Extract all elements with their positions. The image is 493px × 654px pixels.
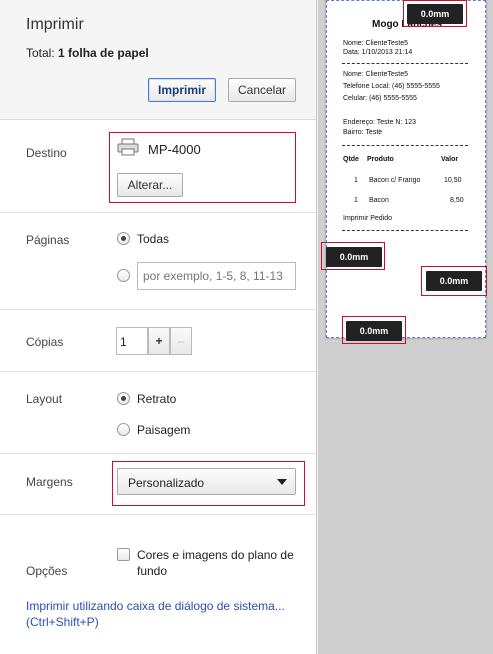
receipt-col-product: Produto (367, 156, 394, 163)
margin-bottom-highlight (342, 316, 406, 344)
pages-range-radio[interactable] (117, 269, 130, 282)
copies-input[interactable]: 1 (116, 327, 148, 355)
layout-portrait-label: Retrato (137, 392, 177, 406)
receipt-mobile: Celular: (46) 5555-5555 (343, 95, 417, 102)
cancel-button[interactable]: Cancelar (228, 78, 296, 102)
receipt-item-product: Bacon c/ Frango (369, 177, 421, 184)
receipt-footer: Imprimir Pedido (343, 215, 393, 222)
receipt-district: Bairro: Teste (343, 129, 383, 136)
print-settings-panel: Imprimir Total: 1 folha de papel Imprimi… (0, 0, 317, 654)
margins-highlight (112, 461, 305, 506)
layout-section (0, 372, 316, 454)
layout-portrait-radio[interactable] (117, 392, 130, 405)
copies-decrement-button[interactable]: – (170, 327, 192, 355)
margin-left-highlight (321, 242, 385, 270)
background-graphics-checkbox[interactable] (117, 548, 130, 561)
destination-highlight (109, 132, 296, 203)
total-sheets: Total: 1 folha de papel (26, 46, 149, 60)
total-prefix: Total: (26, 46, 55, 60)
pages-label: Páginas (26, 233, 70, 247)
margin-top-highlight (403, 0, 467, 27)
copies-label: Cópias (26, 335, 64, 349)
background-graphics-label: Cores e imagens do plano de fundo (137, 548, 294, 578)
layout-landscape-radio[interactable] (117, 423, 130, 436)
receipt-divider (342, 230, 468, 231)
options-label: Opções (26, 564, 68, 578)
system-dialog-link[interactable]: Imprimir utilizando caixa de diálogo de … (26, 598, 306, 630)
pages-all-radio[interactable] (117, 232, 130, 245)
receipt-name-2: Nome: ClienteTeste5 (343, 71, 408, 78)
receipt-item-value: 8,50 (450, 197, 464, 204)
receipt-item-product: Bacon (369, 197, 389, 204)
pages-all-label: Todas (137, 232, 170, 246)
total-value: 1 folha de papel (58, 46, 149, 60)
receipt-address: Endereço: Teste N: 123 (343, 119, 417, 126)
layout-landscape-label: Paisagem (137, 423, 191, 437)
destination-label: Destino (26, 146, 67, 160)
layout-label: Layout (26, 392, 63, 406)
receipt-date: Data: 1/10/2013 21:14 (343, 49, 413, 56)
receipt-col-value: Valor (441, 156, 459, 163)
receipt-name-1: Nome: ClienteTeste5 (343, 40, 408, 47)
pages-range-input[interactable] (137, 262, 296, 290)
print-button[interactable]: Imprimir (148, 78, 216, 102)
receipt-item-value: 10,50 (444, 177, 462, 184)
receipt-col-qty: Qtde (343, 156, 359, 163)
receipt-item-qty: 1 (354, 197, 358, 204)
receipt-phone: Telefone Local: (46) 5555-5555 (343, 83, 440, 90)
dialog-title: Imprimir (26, 16, 84, 33)
panel-header: Imprimir Total: 1 folha de papel Imprimi… (0, 0, 316, 120)
receipt-divider (342, 145, 468, 146)
receipt-divider (342, 63, 468, 64)
margins-label: Margens (26, 475, 73, 489)
receipt-item-qty: 1 (354, 177, 358, 184)
margin-right-highlight (421, 266, 487, 296)
copies-increment-button[interactable]: + (148, 327, 170, 355)
